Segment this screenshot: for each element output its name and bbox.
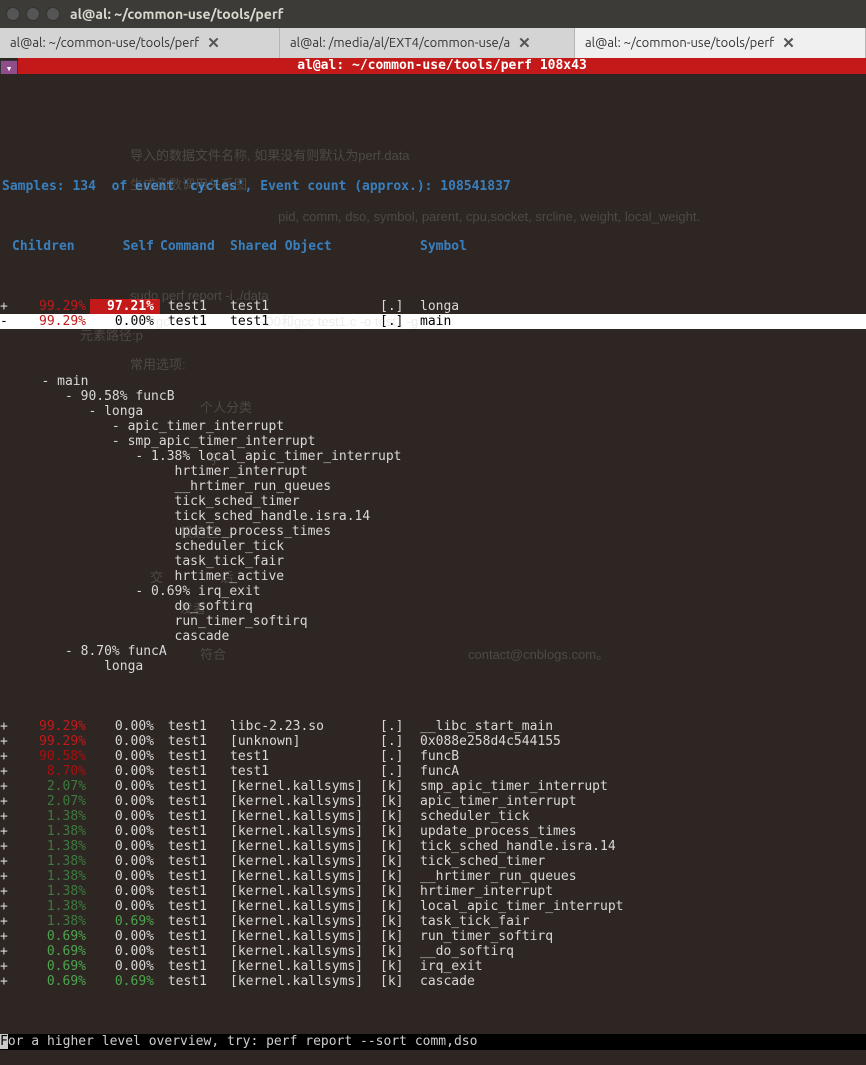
perf-row[interactable]: +0.69%0.69% test1[kernel.kallsyms][k]cas… [0,974,866,989]
tree-line[interactable]: run_timer_softirq [0,614,866,629]
ghost-text: pid, comm, dso, symbol, parent, cpu,sock… [130,209,700,224]
tree-line[interactable]: scheduler_tick [0,539,866,554]
perf-row[interactable]: +0.69%0.00% test1[kernel.kallsyms][k]run… [0,929,866,944]
tree-line[interactable]: longa [0,659,866,674]
info-line: Samples: 134 of event 'cycles', Event co… [0,179,866,194]
tree-line[interactable]: hrtimer_interrupt [0,464,866,479]
tab-2[interactable]: al@al: ~/common-use/tools/perf ✕ [575,28,866,58]
tab-1[interactable]: al@al: /media/al/EXT4/common-use/a ✕ [280,28,575,58]
tree-line[interactable]: hrtimer_active [0,569,866,584]
perf-row[interactable]: +1.38%0.00% test1[kernel.kallsyms][k]upd… [0,824,866,839]
tree-line[interactable]: - smp_apic_timer_interrupt [0,434,866,449]
ghost-text: 导入的数据文件名称, 如果没有则默认为perf.data [130,148,410,163]
tab-label: al@al: /media/al/EXT4/common-use/a [290,36,510,50]
terminal-title-bar: al@al: ~/common-use/tools/perf 108x43 [18,58,866,74]
tab-label: al@al: ~/common-use/tools/perf [585,36,774,50]
tab-bar: al@al: ~/common-use/tools/perf ✕ al@al: … [0,28,866,58]
tab-label: al@al: ~/common-use/tools/perf [10,36,199,50]
perf-row[interactable]: +1.38%0.00% test1[kernel.kallsyms][k]tic… [0,854,866,869]
tree-line[interactable]: task_tick_fair [0,554,866,569]
close-button[interactable] [6,7,20,21]
perf-row[interactable]: +1.38%0.00% test1[kernel.kallsyms][k]loc… [0,899,866,914]
perf-row[interactable]: +99.29%0.00% test1[unknown][.]0x088e258d… [0,734,866,749]
tree-line[interactable]: - main [0,374,866,389]
perf-row[interactable]: -99.29%0.00% test1test1[.]main [0,314,866,329]
tree-line[interactable]: - apic_timer_interrupt [0,419,866,434]
footer-hint: For a higher level overview, try: perf r… [0,1034,866,1050]
perf-row[interactable]: +1.38%0.00% test1[kernel.kallsyms][k]hrt… [0,884,866,899]
perf-row[interactable]: +1.38%0.69% test1[kernel.kallsyms][k]tas… [0,914,866,929]
tree-line[interactable]: - longa [0,404,866,419]
perf-row[interactable]: +2.07%0.00% test1[kernel.kallsyms][k]api… [0,794,866,809]
tree-line[interactable]: - 8.70% funcA [0,644,866,659]
ghost-text: 元素路径:p [80,328,143,343]
perf-row[interactable]: +1.38%0.00% test1[kernel.kallsyms][k]sch… [0,809,866,824]
tab-0[interactable]: al@al: ~/common-use/tools/perf ✕ [0,28,280,58]
perf-row[interactable]: +0.69%0.00% test1[kernel.kallsyms][k]__d… [0,944,866,959]
column-headers: Children Self Command Shared Object Symb… [0,239,866,254]
tree-line[interactable]: do_softirq [0,599,866,614]
perf-row[interactable]: +90.58%0.00% test1test1[.]funcB [0,749,866,764]
tree-line[interactable]: - 90.58% funcB [0,389,866,404]
window-title-bar: al@al: ~/common-use/tools/perf [0,0,866,28]
close-icon[interactable]: ✕ [782,34,795,52]
tree-line[interactable]: cascade [0,629,866,644]
tree-line[interactable]: - 0.69% irq_exit [0,584,866,599]
perf-row[interactable]: +99.29%0.00% test1libc-2.23.so[.]__libc_… [0,719,866,734]
perf-row[interactable]: +1.38%0.00% test1[kernel.kallsyms][k]__h… [0,869,866,884]
close-icon[interactable]: ✕ [518,34,531,52]
tree-line[interactable]: - 1.38% local_apic_timer_interrupt [0,449,866,464]
window-controls [6,7,60,21]
maximize-button[interactable] [46,7,60,21]
tree-line[interactable]: update_process_times [0,524,866,539]
terminal-content[interactable]: 导入的数据文件名称, 如果没有则默认为perf.data生成函数调用关系图 pi… [0,74,866,1065]
tree-line[interactable]: tick_sched_handle.isra.14 [0,509,866,524]
perf-row[interactable]: +1.38%0.00% test1[kernel.kallsyms][k]tic… [0,839,866,854]
close-icon[interactable]: ✕ [207,34,220,52]
window-title: al@al: ~/common-use/tools/perf [70,6,283,22]
perf-row[interactable]: +8.70%0.00% test1test1[.]funcA [0,764,866,779]
minimize-button[interactable] [26,7,40,21]
perf-row[interactable]: +2.07%0.00% test1[kernel.kallsyms][k]smp… [0,779,866,794]
tree-line[interactable]: __hrtimer_run_queues [0,479,866,494]
tree-line[interactable]: tick_sched_timer [0,494,866,509]
perf-row[interactable]: +0.69%0.00% test1[kernel.kallsyms][k]irq… [0,959,866,974]
ghost-text: 常用选项: [130,357,186,372]
perf-row[interactable]: +99.29%97.21% test1test1[.]longa [0,299,866,314]
